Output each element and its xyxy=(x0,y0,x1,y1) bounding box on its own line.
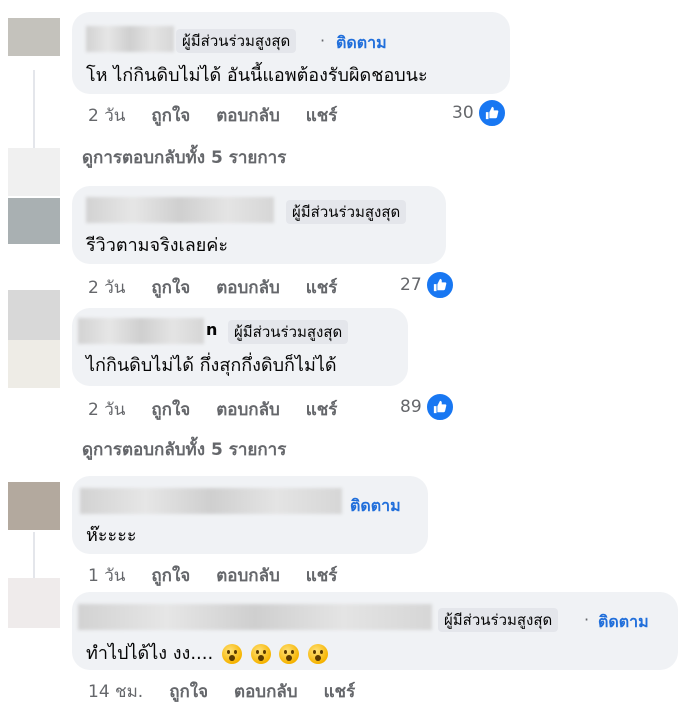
like-icon xyxy=(476,98,507,128)
like-button[interactable]: ถูกใจ xyxy=(151,396,190,423)
reaction-summary[interactable]: 89 xyxy=(400,392,455,422)
top-fan-badge: ผู้มีส่วนร่วมสูงสุด xyxy=(438,608,559,632)
like-button[interactable]: ถูกใจ xyxy=(151,102,190,129)
reaction-summary[interactable]: 30 xyxy=(452,98,507,128)
reply-button[interactable]: ตอบกลับ xyxy=(216,396,280,423)
share-button[interactable]: แชร์ xyxy=(306,562,338,589)
reaction-summary[interactable]: 27 xyxy=(400,270,455,300)
comment-actions: 1 วัน ถูกใจ ตอบกลับ แชร์ xyxy=(88,562,337,589)
like-button[interactable]: ถูกใจ xyxy=(151,274,190,301)
reply-button[interactable]: ตอบกลับ xyxy=(216,102,280,129)
comment-time[interactable]: 2 วัน xyxy=(88,102,125,129)
avatar[interactable] xyxy=(8,290,60,340)
comment-text: ห๊ะะะะ xyxy=(86,525,137,546)
view-replies-link[interactable]: ดูการตอบกลับทั้ง 5 รายการ xyxy=(82,144,286,171)
like-icon xyxy=(424,270,455,300)
comment-text: รีวิวตามจริงเลยค่ะ xyxy=(86,235,228,256)
like-icon xyxy=(424,392,455,422)
comment-actions: 2 วัน ถูกใจ ตอบกลับ แชร์ xyxy=(88,274,337,301)
avatar[interactable] xyxy=(8,198,60,244)
reply-button[interactable]: ตอบกลับ xyxy=(216,562,280,589)
like-button[interactable]: ถูกใจ xyxy=(151,562,190,589)
avatar[interactable] xyxy=(8,148,60,196)
reaction-count: 27 xyxy=(400,275,422,295)
thread-line xyxy=(33,70,35,150)
commenter-name-redacted[interactable] xyxy=(78,604,432,630)
avatar[interactable] xyxy=(8,482,60,530)
reply-button[interactable]: ตอบกลับ xyxy=(216,274,280,301)
share-button[interactable]: แชร์ xyxy=(306,274,338,301)
comment-text: ไก่กินดิบไม่ได้ กึ่งสุกกึ่งดิบก็ไม่ได้ xyxy=(86,355,337,376)
reaction-count: 89 xyxy=(400,397,422,417)
separator: · xyxy=(320,31,326,50)
separator: · xyxy=(584,610,590,629)
follow-button[interactable]: ติดตาม xyxy=(336,31,387,56)
view-replies-link[interactable]: ดูการตอบกลับทั้ง 5 รายการ xyxy=(82,436,286,463)
commenter-name-redacted[interactable] xyxy=(86,197,274,223)
top-fan-badge: ผู้มีส่วนร่วมสูงสุด xyxy=(228,320,349,344)
comment-time[interactable]: 1 วัน xyxy=(88,562,125,589)
comment-text: ทำไปได้ไง งง.... xyxy=(86,638,329,667)
comment-text-value: ทำไปได้ไง งง.... xyxy=(86,643,214,664)
comment-time[interactable]: 2 วัน xyxy=(88,274,125,301)
astonished-face-emoji-icon xyxy=(308,644,329,664)
top-fan-badge: ผู้มีส่วนร่วมสูงสุด xyxy=(176,29,297,53)
follow-button[interactable]: ติดตาม xyxy=(350,494,401,519)
comment-time[interactable]: 2 วัน xyxy=(88,396,125,423)
follow-button[interactable]: ติดตาม xyxy=(598,610,649,635)
astonished-face-emoji-icon xyxy=(279,644,300,664)
reaction-count: 30 xyxy=(452,103,474,123)
commenter-name-suffix[interactable]: n xyxy=(206,320,217,339)
comment-actions: 2 วัน ถูกใจ ตอบกลับ แชร์ xyxy=(88,396,337,423)
top-fan-badge: ผู้มีส่วนร่วมสูงสุด xyxy=(286,200,407,224)
comment-text: โห ไก่กินดิบไม่ได้ อันนี้แอพต้องรับผิดชอ… xyxy=(86,65,428,86)
share-button[interactable]: แชร์ xyxy=(306,396,338,423)
commenter-name-redacted[interactable] xyxy=(86,26,174,52)
avatar[interactable] xyxy=(8,578,60,628)
share-button[interactable]: แชร์ xyxy=(306,102,338,129)
astonished-face-emoji-icon xyxy=(250,644,271,664)
commenter-name-redacted[interactable] xyxy=(78,318,204,344)
avatar[interactable] xyxy=(8,18,60,56)
avatar[interactable] xyxy=(8,340,60,388)
comment-actions: 2 วัน ถูกใจ ตอบกลับ แชร์ xyxy=(88,102,337,129)
commenter-name-redacted[interactable] xyxy=(80,488,342,514)
astonished-face-emoji-icon xyxy=(221,644,242,664)
